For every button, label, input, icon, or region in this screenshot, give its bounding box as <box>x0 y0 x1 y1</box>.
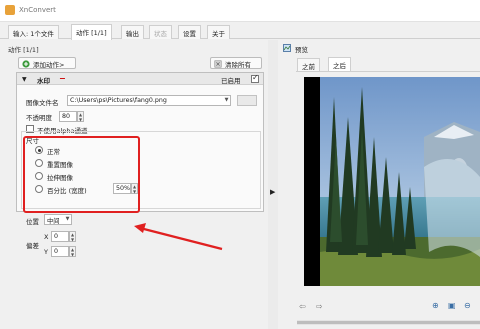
offset-y-label: Y <box>44 248 48 256</box>
image-file-dropdown-icon[interactable]: ▼ <box>222 95 231 106</box>
clear-all-button[interactable]: 清除所有 <box>210 57 262 69</box>
opacity-spinner[interactable]: ▲ ▼ <box>77 111 84 122</box>
preview-toolbar: ⇦ ⇨ ⊕ ▣ ⊖ <box>296 300 480 314</box>
preview-tab-before[interactable]: 之前 <box>297 58 320 71</box>
preview-tab-after[interactable]: 之后 <box>328 57 351 72</box>
landscape-image <box>304 77 480 286</box>
zoom-out-icon[interactable]: ⊖ <box>464 301 471 310</box>
tab-about[interactable]: 关于 <box>207 25 230 39</box>
preview-label: 预览 <box>295 46 308 54</box>
offset-x-spinner[interactable]: ▲ ▼ <box>69 231 76 242</box>
tab-settings[interactable]: 设置 <box>178 25 201 39</box>
highlight-box <box>23 136 140 213</box>
app-window: XnConvert 输入: 1个文件 动作 [1/1] 输出 状态 设置 关于 … <box>0 0 480 329</box>
prev-arrow-icon[interactable]: ⇦ <box>299 302 306 311</box>
main-tabs: 输入: 1个文件 动作 [1/1] 输出 状态 设置 关于 <box>0 24 480 40</box>
remove-action-icon[interactable]: − <box>59 74 66 83</box>
action-header: ▼ 水印 − 已启用 <box>17 73 263 85</box>
offset-y-field[interactable]: 0 <box>51 246 69 257</box>
tab-status: 状态 <box>149 25 172 39</box>
opacity-field[interactable]: 80 <box>59 111 77 122</box>
clear-icon <box>214 60 222 68</box>
action-name: 水印 <box>37 77 50 85</box>
tab-actions[interactable]: 动作 [1/1] <box>71 24 112 40</box>
scrollbar-thumb[interactable] <box>297 321 480 324</box>
image-file-label: 图像文件名 <box>26 99 59 107</box>
panel-splitter[interactable]: ▶ <box>268 40 278 329</box>
browse-button[interactable] <box>237 95 257 106</box>
opacity-label: 不透明度 <box>26 114 52 122</box>
image-file-field[interactable]: C:\Users\ps\Pictures\fang0.png <box>67 95 231 106</box>
add-action-label: 添加动作> <box>33 61 65 69</box>
enabled-checkbox[interactable] <box>251 73 259 83</box>
offset-y-spinner[interactable]: ▲ ▼ <box>69 246 76 257</box>
position-label: 位置 <box>26 218 39 226</box>
preview-scrollbar[interactable] <box>297 320 480 325</box>
position-dropdown-icon[interactable]: ▼ <box>63 214 72 225</box>
preview-tab-line <box>296 71 480 72</box>
add-action-button[interactable]: 添加动作> <box>18 57 76 69</box>
add-icon <box>22 60 30 68</box>
fit-icon[interactable]: ▣ <box>448 301 456 310</box>
preview-icon <box>283 44 291 52</box>
actions-panel-label: 动作 [1/1] <box>8 46 39 54</box>
collapse-icon[interactable]: ▼ <box>22 76 27 83</box>
offset-label: 偏差 <box>26 242 39 250</box>
tab-input[interactable]: 输入: 1个文件 <box>8 25 59 39</box>
offset-x-label: X <box>44 233 49 241</box>
zoom-in-icon[interactable]: ⊕ <box>432 301 439 310</box>
enabled-label: 已启用 <box>221 77 241 85</box>
next-arrow-icon[interactable]: ⇨ <box>316 302 323 311</box>
tab-output[interactable]: 输出 <box>121 25 144 39</box>
expand-arrow-icon[interactable]: ▶ <box>270 188 275 196</box>
offset-x-field[interactable]: 0 <box>51 231 69 242</box>
window-title: XnConvert <box>19 6 56 14</box>
preview-image <box>304 77 480 286</box>
title-bar: XnConvert <box>0 0 480 22</box>
clear-all-label: 清除所有 <box>225 61 251 69</box>
app-icon <box>5 5 15 15</box>
